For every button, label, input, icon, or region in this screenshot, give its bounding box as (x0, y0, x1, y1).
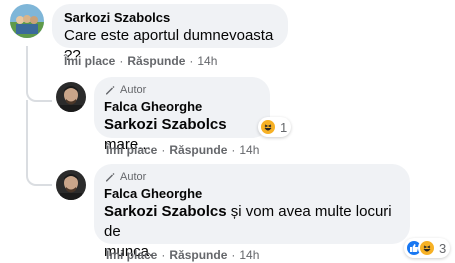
comment-time[interactable]: 14h (239, 143, 259, 157)
reaction-summary[interactable]: 3 (404, 238, 451, 258)
comment-bubble: Autor Falca Gheorghe Sarkozi Szabolcs ma… (94, 77, 270, 153)
avatar[interactable] (56, 82, 86, 112)
comment-author[interactable]: Sarkozi Szabolcs (64, 10, 276, 26)
comment-author[interactable]: Falca Gheorghe (104, 99, 260, 115)
author-badge-label: Autor (120, 171, 147, 183)
comment-actions: Îmi place · Răspunde · 14h (64, 54, 217, 68)
separator-dot: · (161, 248, 166, 262)
thread-line (26, 100, 52, 186)
separator-dot: · (231, 143, 236, 157)
author-badge-label: Autor (120, 84, 147, 96)
haha-reaction-icon (418, 239, 436, 257)
separator-dot: · (189, 54, 194, 68)
mention-link[interactable]: Sarkozi Szabolcs (104, 116, 227, 133)
thread-line (26, 46, 52, 102)
avatar[interactable] (56, 170, 86, 200)
reaction-count: 3 (439, 240, 447, 256)
comment-time[interactable]: 14h (197, 54, 217, 68)
author-badge: Autor (104, 83, 260, 97)
comment-bubble: Autor Falca Gheorghe Sarkozi Szabolcs și… (94, 164, 410, 260)
reaction-summary[interactable]: 1 (258, 117, 292, 137)
author-badge: Autor (104, 170, 400, 184)
separator-dot: · (119, 54, 124, 68)
comment-actions: Îmi place · Răspunde · 14h (106, 248, 259, 262)
comment-author[interactable]: Falca Gheorghe (104, 186, 400, 202)
haha-reaction-icon (259, 118, 277, 136)
like-button[interactable]: Îmi place (64, 54, 115, 68)
avatar[interactable] (10, 4, 44, 38)
avatar-image (56, 170, 86, 200)
avatar-image (10, 4, 44, 38)
separator-dot: · (161, 143, 166, 157)
comment-bubble: Sarkozi Szabolcs Care este aportul dumne… (52, 4, 288, 64)
reply-button[interactable]: Răspunde (169, 143, 227, 157)
comment-actions: Îmi place · Răspunde · 14h (106, 143, 259, 157)
comment-time[interactable]: 14h (239, 248, 259, 262)
avatar-image (56, 82, 86, 112)
like-button[interactable]: Îmi place (106, 248, 157, 262)
reply-button[interactable]: Răspunde (169, 248, 227, 262)
mention-link[interactable]: Sarkozi Szabolcs (104, 203, 227, 220)
reaction-count: 1 (280, 119, 288, 135)
separator-dot: · (231, 248, 236, 262)
reply-button[interactable]: Răspunde (127, 54, 185, 68)
like-button[interactable]: Îmi place (106, 143, 157, 157)
pencil-icon (106, 173, 115, 182)
pencil-icon (106, 86, 115, 95)
comment-text: Sarkozi Szabolcs și vom avea multe locur… (104, 202, 400, 242)
